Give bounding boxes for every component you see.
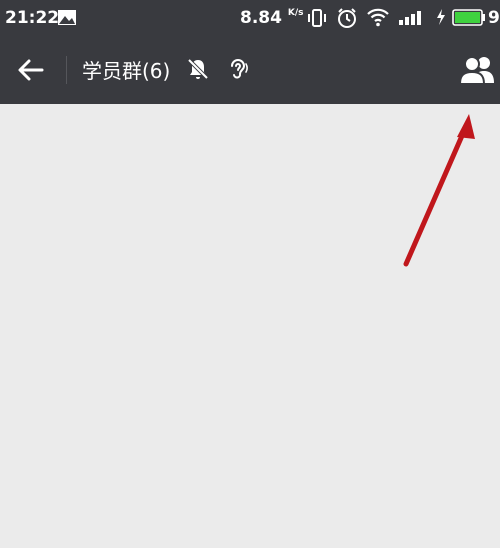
battery-icon xyxy=(452,9,486,30)
network-speed: 8.84 K/s xyxy=(240,8,304,28)
mute-bell-icon xyxy=(186,57,210,86)
signal-icon xyxy=(398,8,426,30)
wifi-icon xyxy=(366,7,390,31)
network-speed-value: 8.84 xyxy=(240,8,282,28)
chat-message-area[interactable] xyxy=(0,104,500,548)
header-divider xyxy=(66,56,67,84)
group-members-icon xyxy=(458,56,494,85)
group-members-button[interactable] xyxy=(458,53,498,87)
network-speed-unit: K/s xyxy=(287,8,304,18)
arrow-left-icon xyxy=(18,59,44,81)
ear-icon xyxy=(226,57,250,86)
status-bar: 21:22 8.84 K/s 9 xyxy=(0,0,500,36)
image-notification-icon xyxy=(57,9,77,30)
battery-percent: 9 xyxy=(488,8,500,28)
vibrate-icon xyxy=(307,8,327,32)
back-button[interactable] xyxy=(14,54,48,86)
alarm-icon xyxy=(336,7,358,33)
chat-title: 学员群(6) xyxy=(82,59,171,83)
chat-header: 学员群(6) xyxy=(0,36,500,104)
app-screen: 21:22 8.84 K/s 9 学员群(6) xyxy=(0,0,500,548)
charging-icon xyxy=(435,8,447,30)
status-time: 21:22 xyxy=(5,8,60,28)
